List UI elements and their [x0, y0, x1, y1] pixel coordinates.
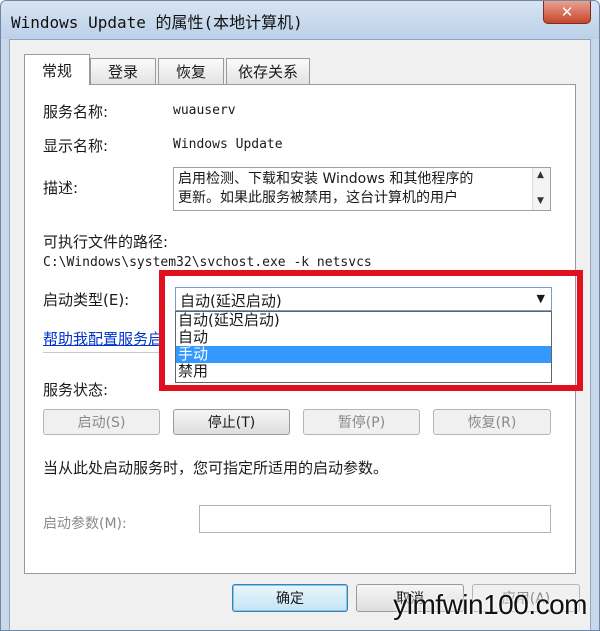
site-watermark: ylmfwin100.com — [393, 589, 587, 620]
pause-button[interactable]: 暂停(P) — [303, 409, 420, 435]
startup-params-input[interactable] — [199, 505, 551, 533]
start-button[interactable]: 启动(S) — [43, 409, 160, 435]
title-bar[interactable]: Windows Update 的属性(本地计算机) ✕ — [1, 1, 599, 39]
startup-params-label: 启动参数(M): — [43, 516, 127, 532]
window-title: Windows Update 的属性(本地计算机) — [11, 13, 303, 32]
startup-params-hint: 当从此处启动服务时，您可指定所适用的启动参数。 — [43, 459, 389, 477]
description-scrollbar[interactable]: ▲ ▼ — [532, 168, 550, 210]
tab-general[interactable]: 常规 — [24, 54, 90, 85]
path-value: C:\Windows\system32\svchost.exe -k netsv… — [43, 255, 372, 270]
divider — [43, 352, 161, 353]
startup-type-label: 启动类型(E): — [43, 291, 130, 309]
help-configure-link[interactable]: 帮助我配置服务启 — [43, 328, 163, 349]
stop-button[interactable]: 停止(T) — [173, 409, 290, 435]
tab-dependencies[interactable]: 依存关系 — [226, 58, 310, 84]
close-button[interactable]: ✕ — [543, 1, 591, 24]
path-label: 可执行文件的路径: — [43, 233, 169, 251]
description-text: 启用检测、下载和安装 Windows 和其他程序的 更新。如果此服务被禁用，这台… — [178, 171, 474, 206]
description-box[interactable]: 启用检测、下载和安装 Windows 和其他程序的 更新。如果此服务被禁用，这台… — [173, 167, 551, 211]
ok-button[interactable]: 确定 — [232, 584, 348, 612]
service-name-label: 服务名称: — [43, 103, 109, 121]
display-name-value: Windows Update — [173, 137, 283, 152]
scroll-down-icon[interactable]: ▼ — [537, 196, 544, 206]
description-label: 描述: — [43, 179, 79, 197]
resume-button[interactable]: 恢复(R) — [433, 409, 551, 435]
tab-logon[interactable]: 登录 — [90, 58, 156, 84]
annotation-highlight-frame — [159, 270, 583, 391]
display-name-label: 显示名称: — [43, 137, 109, 155]
scroll-up-icon[interactable]: ▲ — [537, 170, 544, 180]
tab-recovery[interactable]: 恢复 — [158, 58, 224, 84]
service-status-label: 服务状态: — [43, 381, 109, 399]
dialog-client-area: 常规 登录 恢复 依存关系 服务名称: wuauserv 显示名称: Windo… — [9, 39, 591, 630]
general-tab-panel: 服务名称: wuauserv 显示名称: Windows Update 描述: … — [24, 84, 583, 574]
service-name-value: wuauserv — [173, 103, 236, 118]
close-icon: ✕ — [560, 3, 574, 21]
service-properties-dialog: Windows Update 的属性(本地计算机) ✕ 常规 登录 恢复 依存关… — [0, 0, 600, 631]
